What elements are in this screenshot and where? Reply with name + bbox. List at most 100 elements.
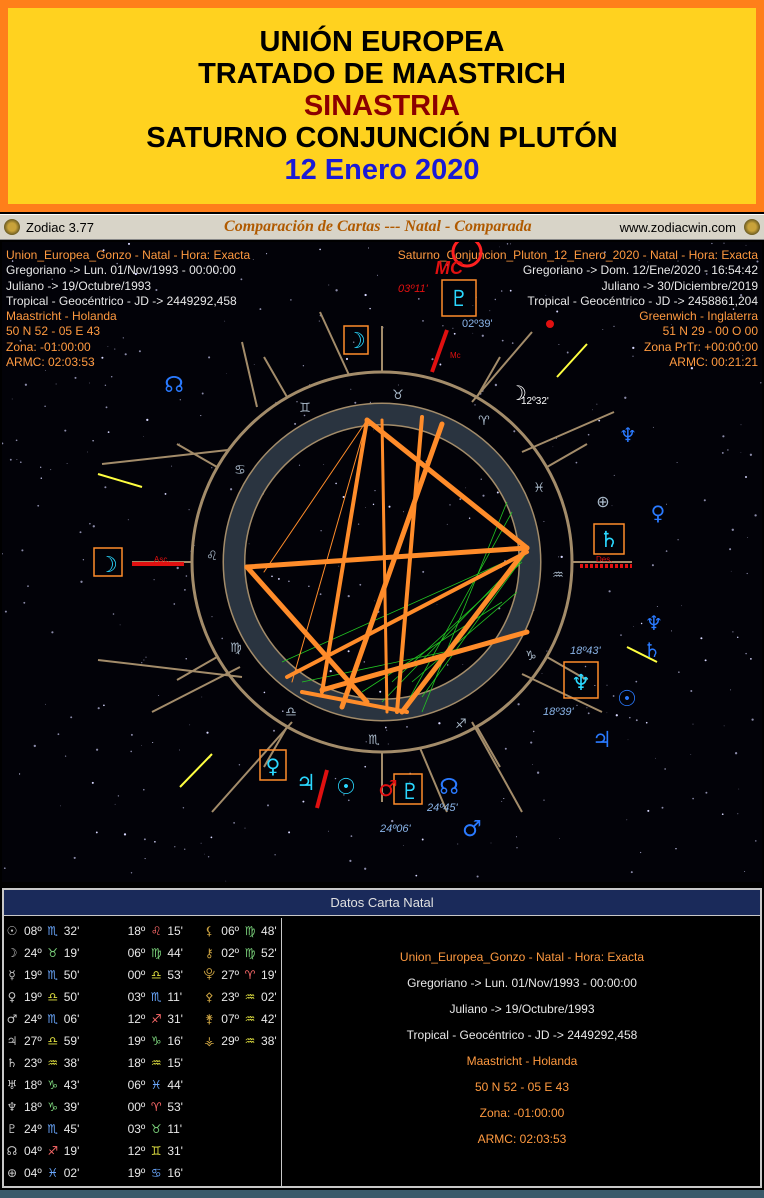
pisces-sign-icon: ♓ xyxy=(533,481,545,496)
natal-summary-julian: Juliano -> 19/Octubre/1993 xyxy=(449,1002,595,1016)
node-planet-icon: ☊ xyxy=(439,775,459,800)
app-name: Zodiac 3.77 xyxy=(26,219,94,235)
libra-sign-icon: ♎ xyxy=(285,705,297,720)
table-cell: ☉ 08º ♏ 32' xyxy=(4,924,122,938)
minute-value: 38' xyxy=(261,1034,277,1048)
house-cusp-line xyxy=(476,726,501,768)
degree-value: 12º xyxy=(127,1012,146,1026)
arrow-marker xyxy=(556,343,588,378)
table-cell: ♅ 18º ♑ 43' xyxy=(4,1078,122,1092)
neptune-degree-1: 18º43' xyxy=(570,645,601,657)
minute-value: 02' xyxy=(63,1166,80,1180)
venus-planet-icon: ♀ xyxy=(266,754,281,778)
table-row: ♅ 18º ♑ 43' 06º ♓ 44' xyxy=(4,1074,281,1096)
mars-planet-icon: ♂ xyxy=(378,777,398,802)
point-marker xyxy=(546,320,554,328)
degree-value: 18º xyxy=(127,1056,146,1070)
zodiac-sign-icon: ♒ xyxy=(47,1056,59,1070)
house-cusp-line xyxy=(151,666,241,713)
natal-summary-coords: 50 N 52 - 05 E 43 xyxy=(474,1080,570,1094)
table-cell: 19º ♑ 16' xyxy=(122,1034,202,1048)
minute-value: 15' xyxy=(167,1056,183,1070)
minute-value: 15' xyxy=(167,924,183,938)
minute-value: 19' xyxy=(63,946,80,960)
table-row: ☊ 04º ♐ 19' 12º ♊ 31' xyxy=(4,1140,281,1162)
planet-icon: ⚴ xyxy=(204,990,214,1004)
planet-icon: ♃ xyxy=(6,1034,18,1048)
minute-value: 59' xyxy=(63,1034,80,1048)
degree-value: 03º xyxy=(127,990,146,1004)
table-cell: 18º ♌ 15' xyxy=(122,924,202,938)
neptune-degree-2: 18º39' xyxy=(543,706,574,718)
zodiac-logo-right-icon xyxy=(744,219,760,235)
asc-small-label: Asc. xyxy=(154,555,170,564)
title-banner: UNIÓN EUROPEA TRATADO DE MAASTRICH SINAS… xyxy=(0,0,764,212)
chart-wheel[interactable]: ♉ ♈ ♓ ♒ ♑ ♐ ♏ ♎ ♍ ♌ ♋ ♊ ♇ ☽ ☽ ♄ ♆ ♀ ♃ ☉ … xyxy=(2,242,762,882)
gemini-sign-icon: ♊ xyxy=(299,401,311,416)
house-cusp-line xyxy=(521,411,615,453)
minute-value: 31' xyxy=(167,1012,183,1026)
natal-summary-gregorian: Gregoriano -> Lun. 01/Nov/1993 - 00:00:0… xyxy=(407,976,637,990)
degree-value: 00º xyxy=(127,968,146,982)
degree-value: 07º xyxy=(221,1012,240,1026)
house-cusp-line xyxy=(546,443,588,468)
minute-value: 42' xyxy=(261,1012,277,1026)
table-cell: ☊ 04º ♐ 19' xyxy=(4,1144,122,1158)
planet-boxes xyxy=(93,279,625,805)
banner-line-1: UNIÓN EUROPEA xyxy=(259,26,505,58)
table-row: ☉ 08º ♏ 32' 18º ♌ 15' ⚸ 06º ♍ 48' xyxy=(4,920,281,942)
zodiac-sign-icon: ♑ xyxy=(47,1078,59,1092)
degree-value: 18º xyxy=(127,924,146,938)
table-cell: ⚴ 23º ♒ 02' xyxy=(201,990,281,1004)
table-cell: ⯓ 27º ♈ 19' xyxy=(201,965,281,986)
planet-icon: ♆ xyxy=(6,1100,18,1114)
planet-icon: ☉ xyxy=(6,924,18,938)
minute-value: 31' xyxy=(167,1144,183,1158)
pluto-planet-icon: ♇ xyxy=(449,287,469,312)
zodiac-sign-icon: ♍ xyxy=(244,946,256,960)
planet-icon: ⯓ xyxy=(203,966,216,981)
table-cell: ♃ 27º ♎ 59' xyxy=(4,1034,122,1048)
table-cell: ♇ 24º ♏ 45' xyxy=(4,1122,122,1136)
degree-value: 00º xyxy=(127,1100,146,1114)
app-title-bar: Zodiac 3.77 Comparación de Cartas --- Na… xyxy=(0,214,764,240)
mc-label: MC xyxy=(435,258,464,278)
minute-value: 45' xyxy=(63,1122,80,1136)
table-row: ♄ 23º ♒ 38' 18º ♒ 15' xyxy=(4,1052,281,1074)
arrow-marker xyxy=(179,753,213,788)
degree-value: 27º xyxy=(24,1034,42,1048)
minute-value: 16' xyxy=(167,1034,183,1048)
planet-icon: ⚸ xyxy=(204,924,214,938)
table-row: ☿ 19º ♏ 50' 00º ♎ 53' ⯓ 27º ♈ 19' xyxy=(4,964,281,986)
house-cusp-line xyxy=(471,721,523,813)
degree-value: 12º xyxy=(127,1144,146,1158)
zodiac-sign-icon: ♎ xyxy=(47,990,59,1004)
mc-degree: 03º11' xyxy=(398,283,429,295)
house-cusp-line xyxy=(176,656,218,681)
virgo-sign-icon: ♍ xyxy=(230,641,242,656)
table-cell: 18º ♒ 15' xyxy=(122,1056,202,1070)
degree-value: 04º xyxy=(24,1144,42,1158)
minute-value: 48' xyxy=(261,924,277,938)
zodiac-sign-icon: ♐ xyxy=(47,1144,59,1158)
zodiac-sign-icon: ♈ xyxy=(150,1100,162,1114)
title-inner: UNIÓN EUROPEA TRATADO DE MAASTRICH SINAS… xyxy=(8,8,756,204)
zodiac-sign-icon: ♏ xyxy=(47,1122,59,1136)
table-row: ♇ 24º ♏ 45' 03º ♉ 11' xyxy=(4,1118,281,1140)
table-cell: 00º ♎ 53' xyxy=(122,968,202,982)
minute-value: 53' xyxy=(167,1100,183,1114)
natal-summary-zone: Zona: -01:00:00 xyxy=(479,1106,565,1120)
degree-value: 04º xyxy=(24,1166,42,1180)
minute-value: 11' xyxy=(167,990,183,1004)
minute-value: 50' xyxy=(63,968,80,982)
zodiac-sign-icon: ♓ xyxy=(47,1166,59,1180)
table-row: ☽ 24º ♉ 19' 06º ♍ 44' ⚷ 02º ♍ 52' xyxy=(4,942,281,964)
zodiac-sign-icon: ♏ xyxy=(47,968,59,982)
degree-value: 18º xyxy=(24,1100,42,1114)
degree-value: 27º xyxy=(221,968,240,982)
zodiac-sign-icon: ♒ xyxy=(244,990,256,1004)
zodiac-sign-icon: ♑ xyxy=(47,1100,59,1114)
sagittarius-sign-icon: ♐ xyxy=(455,717,467,732)
table-cell: 06º ♍ 44' xyxy=(122,946,202,960)
minute-value: 44' xyxy=(167,1078,183,1092)
